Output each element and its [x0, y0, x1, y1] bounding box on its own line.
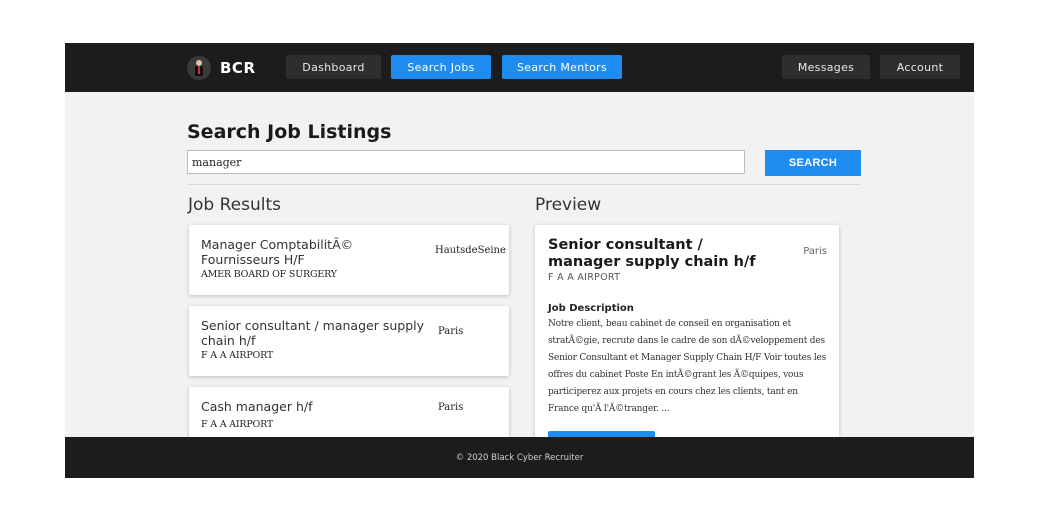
job-location: Paris: [438, 326, 464, 337]
search-input[interactable]: [187, 150, 745, 174]
nav-messages-button[interactable]: Messages: [782, 55, 870, 79]
brand[interactable]: BCR: [187, 55, 256, 80]
nav-dashboard-button[interactable]: Dashboard: [286, 55, 381, 79]
job-description-text: Notre client, beau cabinet de conseil en…: [548, 319, 827, 414]
job-title: Senior consultant / manager supply chain…: [201, 318, 425, 348]
job-results-heading: Job Results: [188, 195, 281, 215]
job-card[interactable]: Senior consultant / manager supply chain…: [189, 306, 509, 376]
job-location: HautsdeSeine: [435, 245, 506, 256]
job-card[interactable]: Manager ComptabilitÃ© Fournisseurs H/F A…: [189, 225, 509, 295]
nav-search-jobs-button[interactable]: Search Jobs: [391, 55, 491, 79]
job-company: F A A AIRPORT: [201, 419, 274, 430]
footer-copyright: © 2020 Black Cyber Recruiter: [455, 452, 584, 463]
preview-heading: Preview: [535, 195, 602, 215]
job-company: AMER BOARD OF SURGERY: [201, 269, 337, 280]
preview-job-title: Senior consultant / manager supply chain…: [548, 237, 756, 270]
job-description-heading: Job Description: [548, 303, 634, 314]
preview-company: F A A AIRPORT: [548, 272, 621, 283]
preview-location: Paris: [803, 246, 827, 257]
nav-account-button[interactable]: Account: [880, 55, 960, 79]
job-title: Cash manager h/f: [201, 399, 313, 414]
footer: © 2020 Black Cyber Recruiter: [65, 437, 974, 478]
page-title: Search Job Listings: [187, 121, 392, 143]
search-button[interactable]: SEARCH: [765, 150, 861, 176]
navbar: BCR Dashboard Search Jobs Search Mentors…: [65, 43, 974, 92]
app-window: BCR Dashboard Search Jobs Search Mentors…: [65, 43, 974, 478]
recruiter-logo-icon: [187, 55, 211, 80]
brand-name: BCR: [220, 58, 256, 77]
job-location: Paris: [438, 402, 464, 413]
job-title: Manager ComptabilitÃ© Fournisseurs H/F: [201, 237, 354, 267]
nav-search-mentors-button[interactable]: Search Mentors: [502, 55, 622, 79]
divider: [187, 184, 861, 185]
job-company: F A A AIRPORT: [201, 350, 274, 361]
